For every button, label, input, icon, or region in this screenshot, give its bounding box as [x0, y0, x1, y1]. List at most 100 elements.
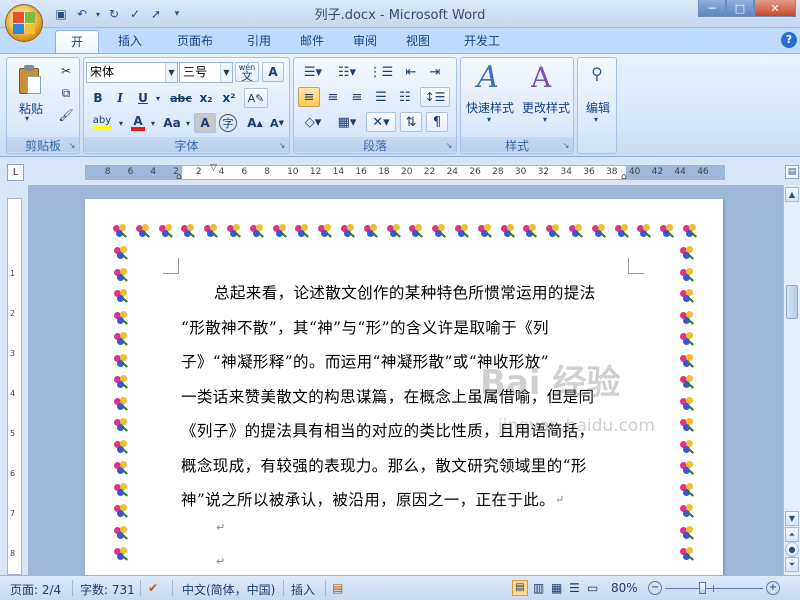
- enclose-char-button[interactable]: 字: [219, 114, 237, 132]
- bold-button[interactable]: B: [88, 88, 108, 108]
- shading-icon[interactable]: ◇▾: [298, 112, 328, 132]
- change-styles-icon[interactable]: A: [531, 62, 561, 94]
- format-painter-icon[interactable]: 🖌: [57, 105, 75, 125]
- scroll-down-icon[interactable]: ▼: [785, 511, 799, 526]
- zoom-in-icon[interactable]: +: [766, 581, 780, 595]
- char-shading-button[interactable]: A: [194, 113, 216, 133]
- full-screen-reading-icon[interactable]: ▥: [533, 581, 544, 595]
- styles-launcher-icon[interactable]: ↘: [561, 141, 571, 151]
- underline-button[interactable]: U: [133, 88, 153, 108]
- font-color-button[interactable]: A: [128, 113, 148, 133]
- editing-button[interactable]: 编辑: [578, 99, 618, 116]
- superscript-button[interactable]: x²: [218, 88, 240, 108]
- editing-dropdown-icon[interactable]: ▾: [594, 115, 598, 124]
- tab-review[interactable]: 审阅: [343, 30, 387, 54]
- scroll-thumb[interactable]: [786, 285, 798, 319]
- outline-view-icon[interactable]: ☰: [569, 581, 580, 595]
- highlight-dropdown-icon[interactable]: ▾: [116, 113, 126, 133]
- binoculars-icon[interactable]: ⚲: [586, 64, 608, 88]
- vertical-ruler[interactable]: 1 2 3 4 5 6 7 8: [7, 198, 22, 575]
- quick-styles-dropdown-icon[interactable]: ▾: [487, 115, 491, 124]
- print-layout-view-icon[interactable]: ▤: [512, 580, 528, 596]
- change-styles-dropdown-icon[interactable]: ▾: [543, 115, 547, 124]
- tab-references[interactable]: 引用: [237, 30, 281, 54]
- font-name-combo[interactable]: 宋体 ▼: [86, 62, 178, 83]
- paste-button-label[interactable]: 粘贴: [11, 100, 51, 117]
- line-spacing-icon[interactable]: ↕☰: [420, 87, 450, 107]
- distributed-icon[interactable]: ☷: [394, 87, 416, 107]
- right-indent-marker-icon[interactable]: ⌂: [621, 172, 631, 184]
- strikethrough-button[interactable]: abc: [168, 88, 194, 108]
- first-line-indent-marker-icon[interactable]: ▽: [210, 163, 220, 173]
- tab-page-layout[interactable]: 页面布局: [162, 30, 228, 70]
- minimize-button[interactable]: ─: [698, 0, 726, 17]
- help-icon[interactable]: ?: [781, 32, 797, 48]
- paste-dropdown-icon[interactable]: ▾: [25, 114, 29, 123]
- proofing-icon[interactable]: ✔: [148, 581, 158, 595]
- shrink-font-button[interactable]: A ▼: [266, 113, 288, 133]
- align-center-icon[interactable]: ≡: [322, 87, 344, 107]
- subscript-button[interactable]: x₂: [195, 88, 217, 108]
- zoom-out-icon[interactable]: −: [648, 581, 662, 595]
- change-case-button[interactable]: Aa: [160, 113, 184, 133]
- borders-icon[interactable]: ▦▾: [332, 112, 362, 132]
- sort-icon[interactable]: ⇅: [400, 112, 422, 132]
- paste-icon[interactable]: [17, 64, 43, 98]
- grow-font-button[interactable]: A ▲: [244, 113, 266, 133]
- font-color-dropdown-icon[interactable]: ▾: [148, 113, 158, 133]
- increase-indent-icon[interactable]: ⇥: [424, 62, 446, 82]
- bullets-icon[interactable]: ☰▾: [298, 62, 328, 82]
- tab-view[interactable]: 视图: [396, 30, 440, 54]
- show-marks-icon[interactable]: ¶: [426, 112, 448, 132]
- highlight-button[interactable]: aby: [88, 113, 116, 133]
- vertical-scrollbar[interactable]: ▲ ▼ ⏶ ● ⏷: [783, 185, 800, 575]
- insert-mode[interactable]: 插入: [291, 581, 315, 598]
- tab-selector-icon[interactable]: L: [7, 164, 24, 181]
- quick-styles-icon[interactable]: A: [477, 62, 507, 94]
- paragraph-launcher-icon[interactable]: ↘: [444, 141, 454, 151]
- tab-mailings[interactable]: 邮件: [290, 30, 334, 54]
- zoom-slider-track[interactable]: [665, 588, 763, 589]
- italic-button[interactable]: I: [110, 88, 130, 108]
- scroll-up-icon[interactable]: ▲: [785, 187, 799, 202]
- clipboard-launcher-icon[interactable]: ↘: [67, 141, 77, 151]
- font-size-combo[interactable]: 三号 ▼: [179, 62, 233, 83]
- draft-view-icon[interactable]: ▭: [587, 581, 598, 595]
- zoom-slider-thumb[interactable]: [699, 582, 707, 594]
- decrease-indent-icon[interactable]: ⇤: [400, 62, 422, 82]
- change-case-dropdown-icon[interactable]: ▾: [184, 113, 192, 133]
- web-layout-icon[interactable]: ▦: [551, 581, 562, 595]
- tab-developer[interactable]: 开发工具: [449, 30, 515, 70]
- char-border-button[interactable]: A: [262, 62, 284, 82]
- close-button[interactable]: ✕: [754, 0, 796, 17]
- clear-formatting-icon[interactable]: A✎: [244, 88, 268, 108]
- copy-icon[interactable]: ⧉: [57, 83, 75, 103]
- numbering-icon[interactable]: ☷▾: [332, 62, 362, 82]
- view-ruler-icon[interactable]: ▤: [785, 165, 799, 179]
- language-indicator[interactable]: 中文(简体，中国): [182, 581, 275, 598]
- align-right-icon[interactable]: ≡: [346, 87, 368, 107]
- change-styles-button[interactable]: 更改样式: [517, 99, 575, 116]
- tab-insert[interactable]: 插入: [108, 30, 152, 54]
- macro-record-icon[interactable]: ▤: [332, 581, 343, 595]
- quick-styles-button[interactable]: 快速样式: [461, 99, 519, 116]
- multilevel-list-icon[interactable]: ⋮☰: [366, 62, 396, 82]
- page-count[interactable]: 页面: 2/4: [10, 581, 61, 598]
- office-button[interactable]: [5, 4, 43, 42]
- chinese-layout-icon[interactable]: ✕▾: [366, 112, 396, 132]
- underline-dropdown-icon[interactable]: ▾: [153, 88, 163, 108]
- tab-home[interactable]: 开始: [55, 30, 99, 71]
- hanging-indent-marker-icon[interactable]: ⌂: [176, 172, 186, 184]
- align-left-icon[interactable]: ≡: [298, 87, 320, 107]
- next-page-icon[interactable]: ⏷: [785, 557, 799, 572]
- word-count[interactable]: 字数: 731: [80, 581, 135, 598]
- maximize-button[interactable]: □: [726, 0, 754, 17]
- zoom-level[interactable]: 80%: [611, 581, 638, 595]
- cut-icon[interactable]: ✂: [57, 61, 75, 81]
- justify-icon[interactable]: ☰: [370, 87, 392, 107]
- previous-page-icon[interactable]: ⏶: [785, 527, 799, 542]
- phonetic-guide-button[interactable]: wén 文: [235, 62, 259, 82]
- status-bar: 页面: 2/4 字数: 731 ✔ 中文(简体，中国) 插入 ▤ ▤ ▥ ▦ ☰…: [0, 575, 800, 600]
- select-browse-object-icon[interactable]: ●: [785, 542, 799, 557]
- font-launcher-icon[interactable]: ↘: [277, 141, 287, 151]
